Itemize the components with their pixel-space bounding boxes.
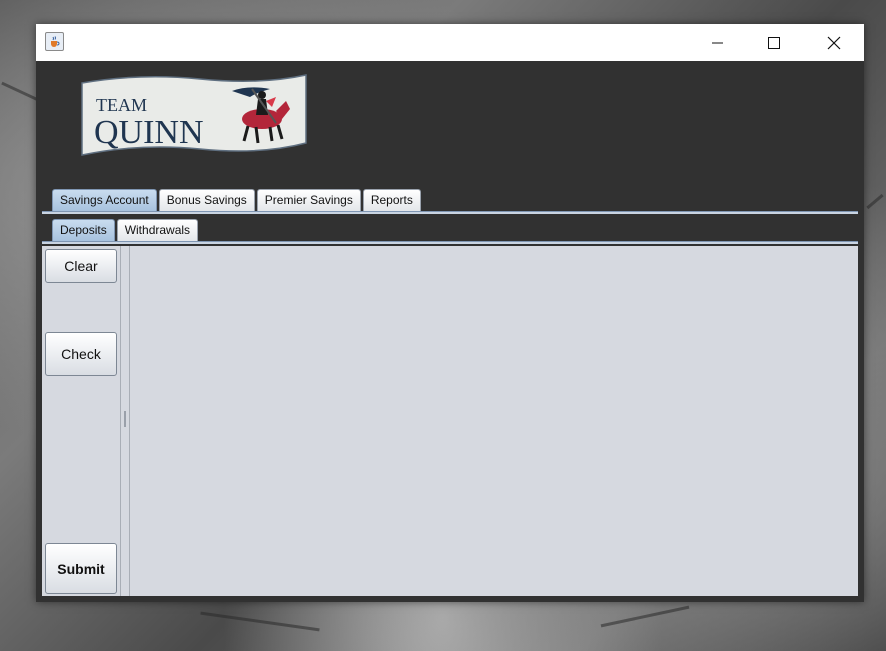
deposits-panel: Clear Check Submit xyxy=(42,246,858,596)
desktop-background-crack xyxy=(1,81,39,102)
tab-reports[interactable]: Reports xyxy=(362,189,421,211)
check-button[interactable]: Check xyxy=(45,332,117,376)
close-icon xyxy=(827,36,841,49)
app-window: TEAM QUINN Savings Account Bonus Savings… xyxy=(36,24,864,602)
tab-deposits[interactable]: Deposits xyxy=(52,219,115,241)
sub-tab-underline xyxy=(42,241,858,244)
button-panel: Clear Check Submit xyxy=(42,246,120,596)
submit-button[interactable]: Submit xyxy=(45,543,117,594)
desktop-background-crack xyxy=(600,605,690,628)
minimize-button[interactable] xyxy=(695,24,741,61)
desktop-background-crack xyxy=(866,193,884,210)
desktop-background-crack xyxy=(200,611,320,632)
maximize-icon xyxy=(768,36,780,49)
clear-button[interactable]: Clear xyxy=(45,249,117,283)
logo-line2: QUINN xyxy=(94,114,204,151)
tab-withdrawals[interactable]: Withdrawals xyxy=(116,219,199,241)
team-quinn-logo: TEAM QUINN xyxy=(81,74,307,156)
title-bar[interactable] xyxy=(36,24,864,61)
logo-line1: TEAM xyxy=(96,95,147,115)
tab-bonus-savings[interactable]: Bonus Savings xyxy=(158,189,255,211)
main-tab-bar: Savings Account Bonus Savings Premier Sa… xyxy=(52,189,423,212)
java-cup-icon[interactable] xyxy=(45,32,64,51)
main-tab-underline xyxy=(42,211,858,214)
sub-tab-bar: Deposits Withdrawals xyxy=(52,219,200,242)
work-area[interactable] xyxy=(130,246,858,596)
split-pane-divider[interactable] xyxy=(120,246,130,596)
minimize-icon xyxy=(712,42,723,43)
tab-premier-savings[interactable]: Premier Savings xyxy=(256,189,361,211)
maximize-button[interactable] xyxy=(751,24,797,61)
close-button[interactable] xyxy=(811,24,857,61)
tab-savings-account[interactable]: Savings Account xyxy=(52,189,157,211)
divider-grip-icon xyxy=(124,411,126,427)
